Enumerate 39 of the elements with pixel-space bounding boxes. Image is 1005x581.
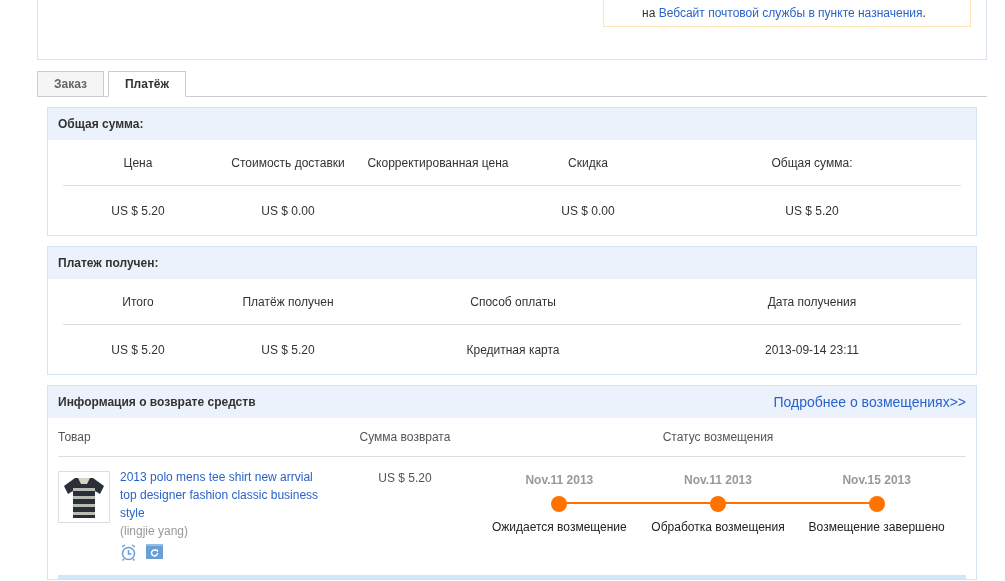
column-header: Дата получения <box>663 279 961 325</box>
column-header: Итого <box>63 279 213 325</box>
column-header: Статус возмещения <box>662 430 774 444</box>
panel-title: Информация о возврате средств <box>58 395 256 409</box>
table-cell: US $ 5.20 <box>785 203 839 218</box>
alarm-clock-icon[interactable] <box>120 544 137 561</box>
product-thumbnail[interactable] <box>58 471 110 523</box>
table-cell: US $ 0.00 <box>561 203 615 218</box>
refund-amount: US $ 5.20 <box>377 471 433 485</box>
step-label: Обработка возмещения <box>651 520 785 534</box>
tab[interactable]: Платёж <box>108 71 186 97</box>
column-header: Стоимость доставки <box>213 140 363 186</box>
step-date: Nov.11 2013 <box>525 473 594 487</box>
table-cell: Кредитная карта <box>466 342 560 357</box>
table-cell: 2013-09-14 23:11 <box>765 342 859 357</box>
table-cell: US $ 0.00 <box>261 203 315 218</box>
step-label: Возмещение завершено <box>808 520 945 534</box>
column-header: Товар <box>58 430 91 444</box>
column-header: Скидка <box>513 140 663 186</box>
step-label: Ожидается возмещение <box>491 520 627 534</box>
column-header: Способ оплаты <box>363 279 663 325</box>
tab[interactable]: Заказ <box>37 71 104 97</box>
column-header: Платёж получен <box>213 279 363 325</box>
refund-details-link[interactable]: Подробнее о возмещениях>> <box>773 394 966 410</box>
notice-text: на Вебсайт почтовой службы в пункте назначения. <box>642 6 926 20</box>
column-header: Скорректированная цена <box>363 140 513 186</box>
product-link[interactable]: 2013 polo mens tee shirt new arrvial top designer fashion classic business style <box>120 468 326 522</box>
table-cell: US $ 5.20 <box>111 203 165 218</box>
panel-title: Общая сумма: <box>58 117 144 131</box>
table-cell: US $ 5.20 <box>111 342 165 357</box>
step-date: Nov.11 2013 <box>684 473 752 487</box>
panel-title: Платеж получен: <box>58 256 159 270</box>
column-header: Общая сумма: <box>663 140 961 186</box>
table-cell: US $ 5.20 <box>261 342 315 357</box>
refresh-box-icon[interactable] <box>146 544 163 559</box>
column-header: Цена <box>63 140 213 186</box>
column-header: Сумма возврата <box>359 430 451 444</box>
step-date: Nov.15 2013 <box>842 473 911 487</box>
seller-name: (lingjie yang) <box>120 523 190 540</box>
